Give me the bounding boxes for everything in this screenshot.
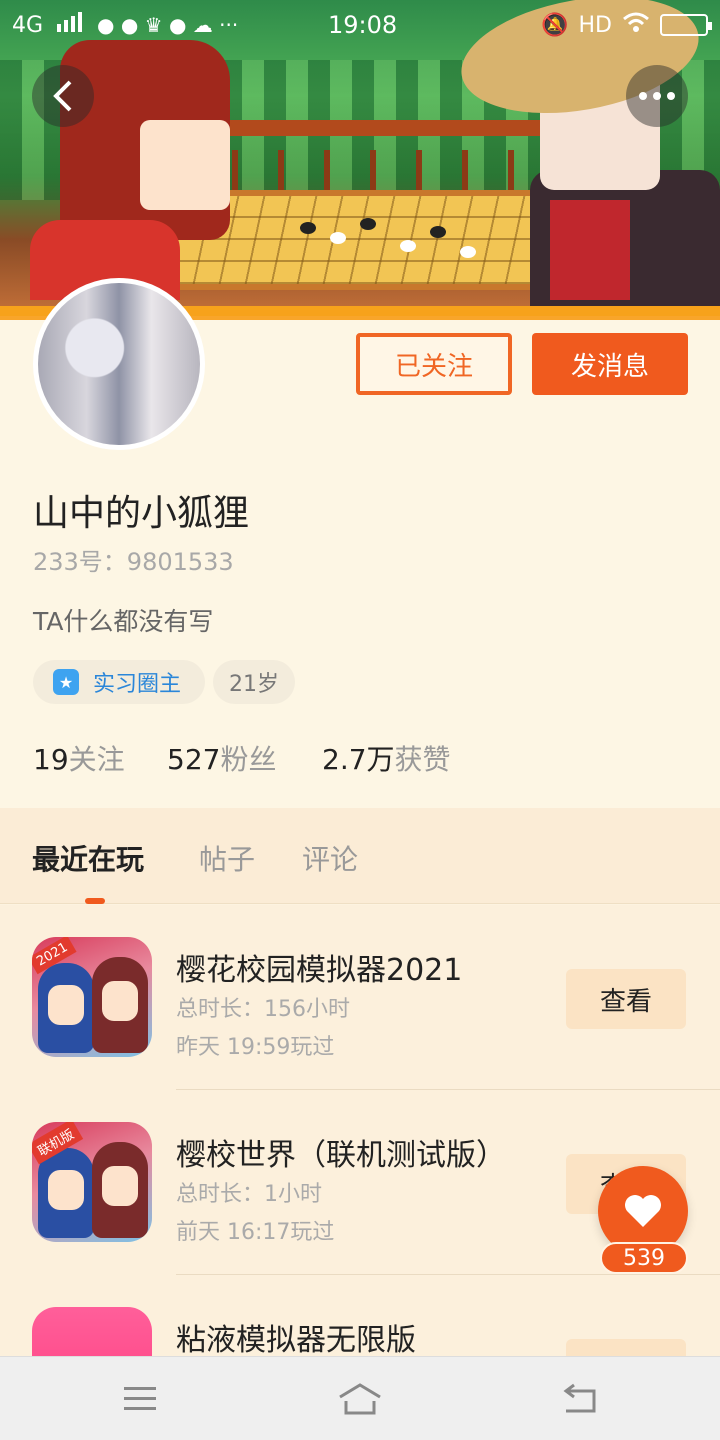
stat-value: 19 <box>33 743 69 776</box>
role-label: 实习圈主 <box>93 672 182 697</box>
return-icon[interactable] <box>560 1379 600 1419</box>
view-button[interactable] <box>566 1339 686 1356</box>
age-label: 21岁 <box>229 672 279 697</box>
tab-indicator <box>85 898 105 904</box>
game-last-played: 昨天 19:59玩过 <box>176 1035 335 1060</box>
heart-icon <box>625 1195 661 1227</box>
game-title: 粘液模拟器无限版 <box>176 1323 416 1356</box>
recent-games-list: 2021 樱花校园模拟器2021 总时长：156小时 昨天 19:59玩过 查看… <box>0 905 720 1356</box>
view-button[interactable]: 查看 <box>566 969 686 1029</box>
tab-posts[interactable]: 帖子 <box>199 838 255 878</box>
user-name: 山中的小狐狸 <box>33 493 250 534</box>
user-id: 233号：9801533 <box>33 548 234 576</box>
banner-girl-illustration <box>20 20 240 300</box>
following-button[interactable]: 已关注 <box>356 333 512 395</box>
age-badge: 21岁 <box>213 660 295 704</box>
back-icon <box>53 80 72 112</box>
game-duration: 总时长：1小时 <box>176 1182 322 1207</box>
list-item[interactable]: 2021 樱花校园模拟器2021 总时长：156小时 昨天 19:59玩过 查看 <box>0 905 720 1090</box>
like-count: 539 <box>600 1242 688 1274</box>
wifi-icon <box>622 11 650 39</box>
game-icon: 2021 <box>32 937 152 1057</box>
status-bar: 4G ● ● ♛ ● ☁ ··· 19:08 🔕 HD <box>0 0 720 50</box>
notification-icons: ● ● ♛ ● ☁ ··· <box>97 13 239 37</box>
tab-recent-games[interactable]: 最近在玩 <box>32 838 144 878</box>
list-item[interactable]: 粘液模拟器无限版 <box>0 1275 720 1356</box>
network-label: 4G <box>12 12 44 38</box>
stat-label: 粉丝 <box>220 743 277 776</box>
stat-following[interactable]: 19关注 <box>33 738 125 778</box>
stat-value: 527 <box>167 743 221 776</box>
more-icon <box>639 92 675 100</box>
game-title: 樱校世界（联机测试版） <box>176 1138 506 1173</box>
role-badge[interactable]: ★ 实习圈主 <box>33 660 205 704</box>
stat-label: 获赞 <box>394 743 451 776</box>
signal-icon <box>57 12 83 38</box>
menu-icon[interactable] <box>120 1379 160 1419</box>
game-last-played: 前天 16:17玩过 <box>176 1220 335 1245</box>
game-icon <box>32 1307 152 1356</box>
mute-icon: 🔕 <box>541 12 569 38</box>
game-icon: 联机版 <box>32 1122 152 1242</box>
system-nav-bar <box>0 1356 720 1440</box>
game-duration: 总时长：156小时 <box>176 997 350 1022</box>
hd-label: HD <box>578 12 612 38</box>
send-message-button[interactable]: 发消息 <box>532 333 688 395</box>
battery-icon <box>660 14 712 36</box>
user-bio: TA什么都没有写 <box>33 607 214 636</box>
tab-comments[interactable]: 评论 <box>302 838 358 878</box>
back-button[interactable] <box>32 65 94 127</box>
stat-value: 2.7万 <box>322 743 395 776</box>
more-button[interactable] <box>626 65 688 127</box>
game-title: 樱花校园模拟器2021 <box>176 953 463 988</box>
clock: 19:08 <box>328 11 398 39</box>
stat-followers[interactable]: 527粉丝 <box>167 738 276 778</box>
tab-bar: 最近在玩 帖子 评论 <box>0 808 720 904</box>
stat-likes[interactable]: 2.7万获赞 <box>322 738 451 778</box>
stat-label: 关注 <box>68 743 125 776</box>
avatar[interactable] <box>33 278 205 450</box>
home-icon[interactable] <box>338 1379 382 1419</box>
shield-icon: ★ <box>53 669 79 695</box>
